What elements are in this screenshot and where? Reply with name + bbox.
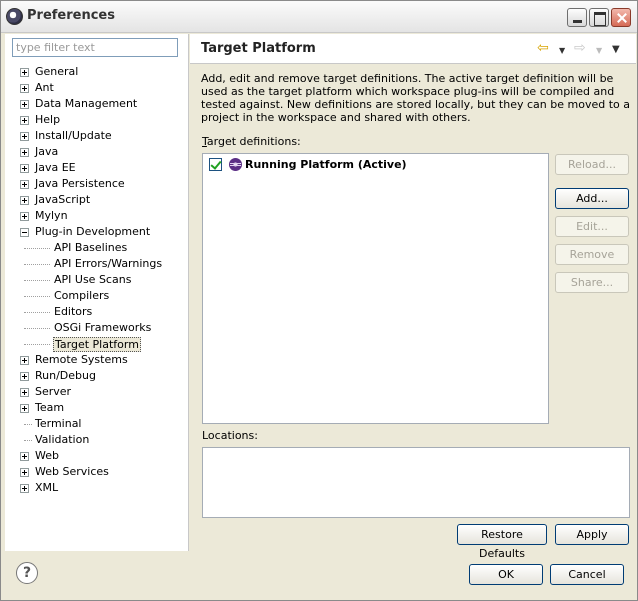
tree-item-server[interactable]: Server [5, 384, 189, 400]
preferences-tree: General Ant Data Management Help Install… [5, 64, 189, 496]
reload-button[interactable]: Reload... [555, 154, 629, 175]
expand-icon[interactable] [20, 148, 29, 157]
tree-item-xml[interactable]: XML [5, 480, 189, 496]
expand-icon[interactable] [20, 68, 29, 77]
expand-icon[interactable] [20, 132, 29, 141]
tree-item-ant[interactable]: Ant [5, 80, 189, 96]
minimize-button[interactable] [567, 8, 587, 27]
tree-item-api-baselines[interactable]: API Baselines [5, 240, 189, 256]
tree-item-osgi-frameworks[interactable]: OSGi Frameworks [5, 320, 189, 336]
tree-item-install-update[interactable]: Install/Update [5, 128, 189, 144]
expand-icon[interactable] [20, 372, 29, 381]
back-arrow-icon[interactable]: ⇦ [537, 40, 549, 56]
expand-icon[interactable] [20, 388, 29, 397]
expand-icon[interactable] [20, 116, 29, 125]
tree-item-team[interactable]: Team [5, 400, 189, 416]
tree-item-data-management[interactable]: Data Management [5, 96, 189, 112]
preference-page: Target Platform ⇦ ▼ ⇨ ▼ ▼ Add, edit and … [190, 34, 636, 560]
expand-icon[interactable] [20, 212, 29, 221]
tree-item-validation[interactable]: Validation [5, 432, 189, 448]
page-description: Add, edit and remove target definitions.… [201, 72, 630, 124]
apply-button[interactable]: Apply [555, 524, 629, 545]
expand-icon[interactable] [20, 180, 29, 189]
target-definition-label: Running Platform (Active) [245, 158, 407, 171]
preferences-tree-panel: General Ant Data Management Help Install… [5, 34, 189, 551]
title-bar[interactable]: Preferences [1, 1, 637, 33]
expand-icon[interactable] [20, 468, 29, 477]
tree-item-javascript[interactable]: JavaScript [5, 192, 189, 208]
target-platform-icon [229, 158, 242, 171]
share-button[interactable]: Share... [555, 272, 629, 293]
eclipse-icon [6, 8, 23, 25]
expand-icon[interactable] [20, 196, 29, 205]
restore-defaults-button[interactable]: Restore Defaults [457, 524, 547, 560]
tree-item-terminal[interactable]: Terminal [5, 416, 189, 432]
expand-icon[interactable] [20, 164, 29, 173]
locations-list[interactable] [202, 447, 630, 518]
tree-item-web-services[interactable]: Web Services [5, 464, 189, 480]
tree-item-plugin-development[interactable]: Plug-in Development [5, 224, 189, 240]
tree-item-api-use-scans[interactable]: API Use Scans [5, 272, 189, 288]
close-button[interactable] [611, 8, 631, 27]
page-header: Target Platform ⇦ ▼ ⇨ ▼ ▼ [190, 34, 636, 64]
tree-item-mylyn[interactable]: Mylyn [5, 208, 189, 224]
expand-icon[interactable] [20, 84, 29, 93]
cancel-button[interactable]: Cancel [550, 564, 624, 585]
expand-icon[interactable] [20, 100, 29, 109]
dialog-button-bar: ? OK Cancel [1, 551, 637, 600]
tree-item-help[interactable]: Help [5, 112, 189, 128]
expand-icon[interactable] [20, 356, 29, 365]
forward-arrow-icon[interactable]: ⇨ [574, 40, 586, 56]
view-menu-icon[interactable]: ▼ [612, 42, 620, 58]
back-dropdown-icon[interactable]: ▼ [559, 43, 565, 59]
tree-item-java-persistence[interactable]: Java Persistence [5, 176, 189, 192]
tree-item-run-debug[interactable]: Run/Debug [5, 368, 189, 384]
tree-item-remote-systems[interactable]: Remote Systems [5, 352, 189, 368]
tree-item-java-ee[interactable]: Java EE [5, 160, 189, 176]
maximize-button[interactable] [589, 8, 609, 27]
preferences-window: Preferences General Ant Data Management … [0, 0, 638, 601]
add-button[interactable]: Add... [555, 188, 629, 209]
forward-dropdown-icon[interactable]: ▼ [596, 43, 602, 59]
tree-item-web[interactable]: Web [5, 448, 189, 464]
expand-icon[interactable] [20, 404, 29, 413]
collapse-icon[interactable] [20, 228, 29, 237]
tree-item-java[interactable]: Java [5, 144, 189, 160]
tree-item-api-errors-warnings[interactable]: API Errors/Warnings [5, 256, 189, 272]
tree-item-editors[interactable]: Editors [5, 304, 189, 320]
edit-button[interactable]: Edit... [555, 216, 629, 237]
expand-icon[interactable] [20, 452, 29, 461]
filter-input[interactable] [12, 38, 178, 57]
window-title: Preferences [27, 8, 115, 23]
locations-label: Locations: [202, 429, 258, 442]
tree-item-compilers[interactable]: Compilers [5, 288, 189, 304]
page-title: Target Platform [201, 41, 316, 56]
target-definitions-list[interactable]: Running Platform (Active) [202, 153, 549, 424]
help-icon[interactable]: ? [16, 562, 38, 584]
tree-item-target-platform[interactable]: Target Platform [5, 336, 189, 352]
expand-icon[interactable] [20, 484, 29, 493]
remove-button[interactable]: Remove [555, 244, 629, 265]
active-checkbox[interactable] [209, 158, 222, 171]
ok-button[interactable]: OK [469, 564, 543, 585]
target-definitions-label: Target definitions: [202, 135, 301, 148]
tree-item-general[interactable]: General [5, 64, 189, 80]
